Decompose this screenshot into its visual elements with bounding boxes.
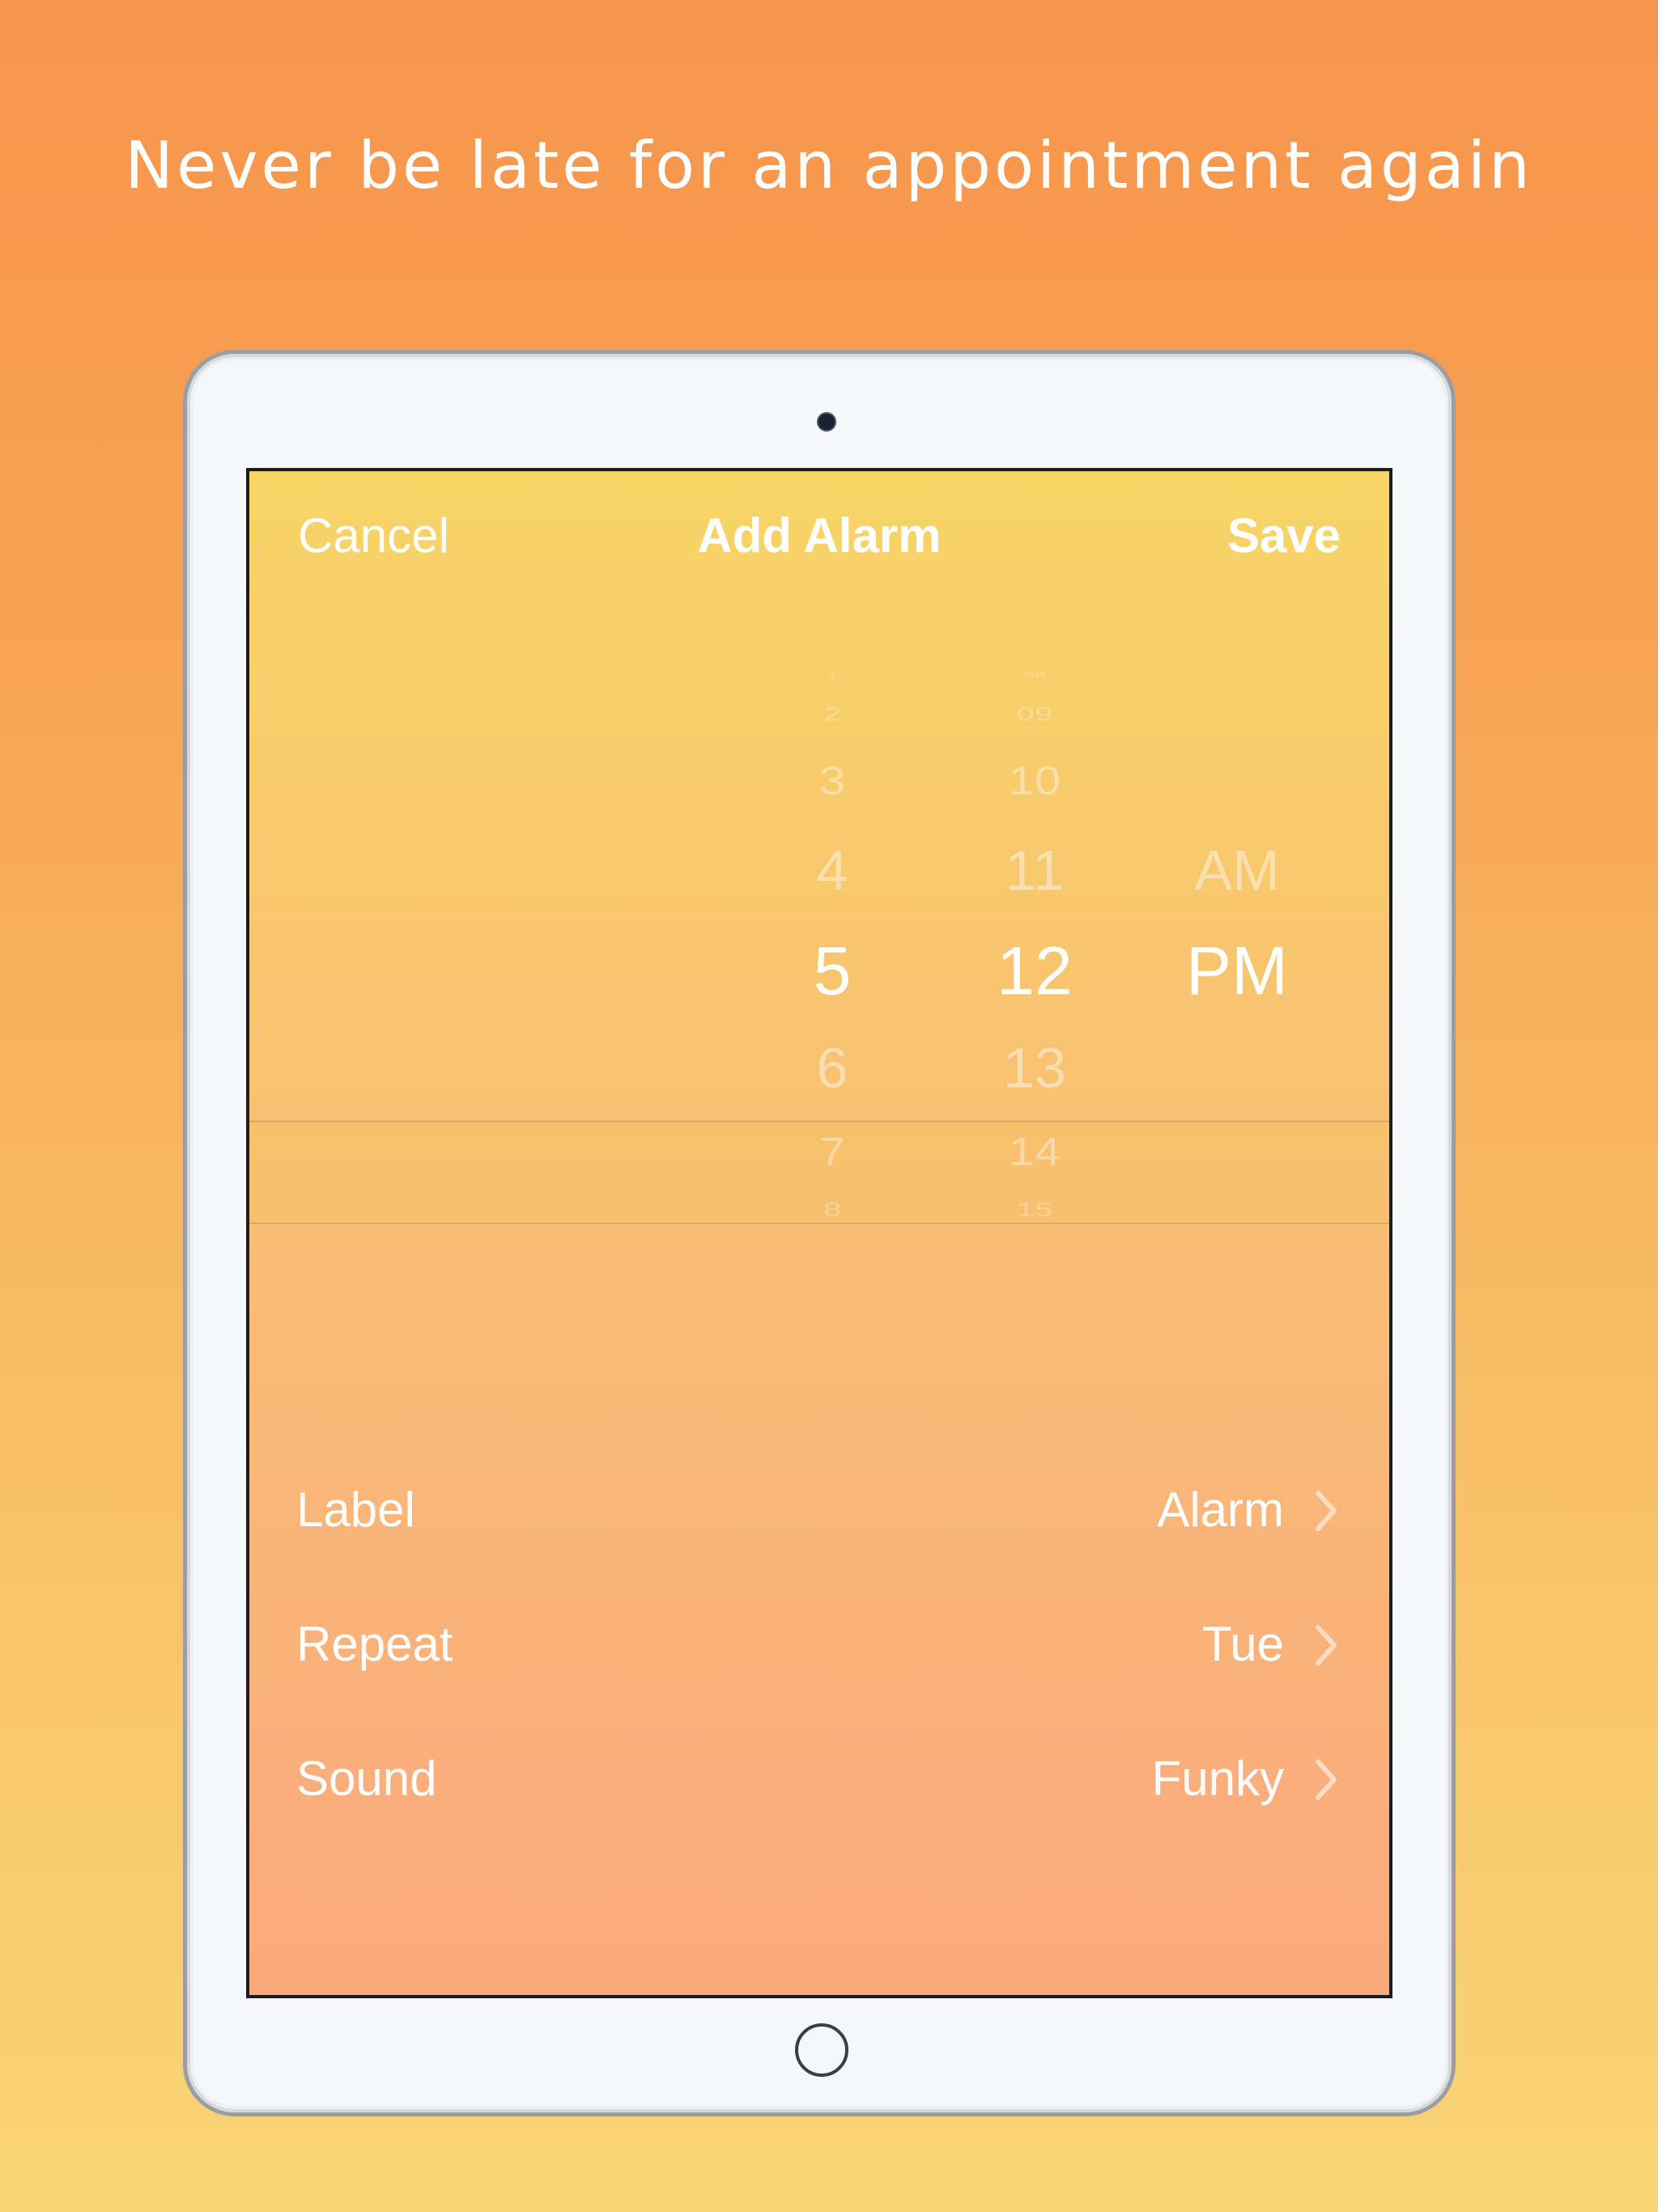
home-button[interactable] [795,2023,848,2077]
minute-option[interactable]: 15 [946,1200,1124,1219]
hour-wheel[interactable]: 1 2 3 4 5 6 7 8 [751,671,913,1219]
add-alarm-screen: Cancel Add Alarm Save 1 2 3 4 5 6 7 8 08… [246,468,1392,1998]
minute-option[interactable]: 13 [946,1040,1124,1096]
save-button[interactable]: Save [1227,504,1341,568]
minute-option[interactable]: 08 [946,671,1124,679]
minute-option[interactable]: 09 [946,704,1124,724]
camera-icon [817,412,836,432]
period-option[interactable]: AM [1140,842,1334,899]
hour-option[interactable]: 7 [751,1132,913,1172]
minute-option[interactable]: 14 [946,1132,1124,1172]
sound-row[interactable]: Sound Funky [296,1734,1342,1823]
ipad-frame: Cancel Add Alarm Save 1 2 3 4 5 6 7 8 08… [183,350,1456,2116]
repeat-row-title: Repeat [296,1617,453,1671]
headline: Never be late for an appointment again [125,128,1533,203]
sound-row-title: Sound [296,1751,437,1806]
minute-option-selected[interactable]: 12 [946,937,1124,1005]
hour-option[interactable]: 4 [751,842,913,899]
chevron-right-icon [1316,1625,1337,1665]
repeat-row-value: Tue [1201,1617,1284,1671]
period-option-selected[interactable]: PM [1140,937,1334,1005]
minute-option[interactable]: 11 [946,842,1124,899]
page-title: Add Alarm [697,508,942,563]
minute-option[interactable]: 10 [946,761,1124,801]
picker-divider-bottom [249,1223,1389,1224]
chevron-right-icon [1316,1759,1337,1800]
hour-option[interactable]: 3 [751,761,913,801]
hour-option[interactable]: 8 [751,1200,913,1219]
sound-row-value: Funky [1151,1751,1284,1806]
time-picker[interactable]: 1 2 3 4 5 6 7 8 08 09 10 11 12 13 14 15 … [249,671,1389,1224]
hour-option-selected[interactable]: 5 [751,937,913,1005]
minute-wheel[interactable]: 08 09 10 11 12 13 14 15 [946,671,1124,1219]
label-row-title: Label [296,1482,415,1537]
hour-option[interactable]: 6 [751,1040,913,1096]
hour-option[interactable]: 2 [751,704,913,724]
repeat-row[interactable]: Repeat Tue [296,1600,1342,1689]
hour-option[interactable]: 1 [751,671,913,679]
chevron-right-icon [1316,1491,1337,1531]
label-row[interactable]: Label Alarm [296,1465,1342,1555]
period-wheel[interactable]: AM PM [1140,674,1334,1208]
label-row-value: Alarm [1157,1482,1284,1537]
